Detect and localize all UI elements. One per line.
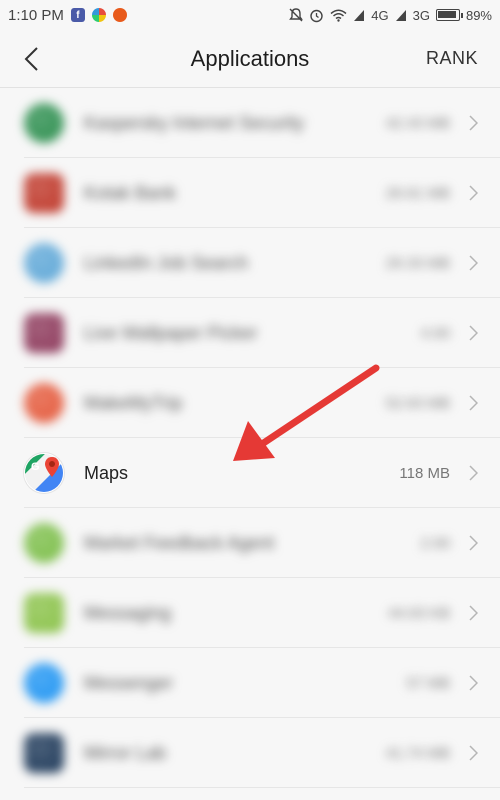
app-row[interactable]: Kotak Bank 26.61 MB — [0, 158, 500, 228]
app-name: Market Feedback Agent — [84, 532, 275, 553]
status-bar: 1:10 PM f 4G 3G 89% — [0, 0, 500, 30]
screen: 1:10 PM f 4G 3G 89% Applications RANK Ka… — [0, 0, 500, 800]
app-size: 42.43 MB — [385, 114, 450, 132]
message-icon — [24, 593, 64, 633]
chevron-right-icon — [469, 465, 478, 481]
app-row[interactable]: Messaging 44.63 KB — [0, 578, 500, 648]
travel-icon — [24, 383, 64, 423]
app-row[interactable]: Kaspersky Internet Security 42.43 MB — [0, 88, 500, 158]
svg-text:G: G — [31, 461, 40, 473]
network-3g-label: 3G — [412, 7, 430, 23]
app-name: Messenger — [84, 672, 174, 693]
chevron-right-icon — [469, 675, 478, 691]
alarm-icon — [310, 9, 323, 22]
app-name: Kaspersky Internet Security — [84, 112, 305, 133]
app-name: Maps — [84, 462, 129, 483]
chevron-right-icon — [469, 605, 478, 621]
wallpaper-icon — [24, 313, 64, 353]
app-size: 2.00 — [420, 534, 450, 552]
google-maps-icon: G — [24, 453, 64, 493]
app-row[interactable]: Market Feedback Agent 2.00 — [0, 508, 500, 578]
app-row[interactable]: LinkedIn Job Search 29.33 MB — [0, 228, 500, 298]
vlc-icon — [112, 8, 127, 22]
rank-button[interactable]: RANK — [426, 48, 478, 69]
globe-icon — [24, 103, 64, 143]
app-row[interactable]: Live Wallpaper Picker 4.00 — [0, 298, 500, 368]
chevron-right-icon — [469, 325, 478, 341]
app-size: 41.74 MB — [385, 744, 450, 762]
app-name: MakeMyTrip — [84, 392, 183, 413]
app-list: Kaspersky Internet Security 42.43 MB Kotak… — [0, 88, 500, 788]
chevron-left-icon — [24, 47, 38, 71]
bank-icon — [24, 173, 64, 213]
facebook-icon: f — [70, 8, 85, 22]
app-name: Messaging — [84, 602, 172, 623]
app-notification-icon — [91, 8, 106, 22]
mirror-icon — [24, 733, 64, 773]
app-row[interactable]: Messenger 57 MB — [0, 648, 500, 718]
chevron-right-icon — [469, 395, 478, 411]
status-time: 1:10 PM — [8, 6, 64, 24]
wifi-icon — [330, 9, 347, 22]
mute-icon — [289, 8, 304, 22]
network-4g-label: 4G — [371, 7, 389, 23]
app-row[interactable]: Mirror Lab 41.74 MB — [0, 718, 500, 788]
battery-percent: 89% — [465, 7, 492, 23]
app-row[interactable]: G Maps 118 MB — [0, 438, 500, 508]
back-button[interactable] — [16, 44, 46, 74]
app-size: 26.61 MB — [385, 184, 450, 202]
signal-icon — [354, 9, 365, 21]
chevron-right-icon — [469, 535, 478, 551]
chevron-right-icon — [469, 255, 478, 271]
app-header: Applications RANK — [0, 30, 500, 88]
app-size: 4.00 — [420, 324, 450, 342]
battery-icon — [435, 9, 463, 21]
chevron-right-icon — [469, 115, 478, 131]
app-row[interactable]: MakeMyTrip 52.63 MB — [0, 368, 500, 438]
app-size: 44.63 KB — [388, 604, 450, 622]
app-name: Kotak Bank — [84, 182, 177, 203]
android-icon — [24, 523, 64, 563]
app-name: LinkedIn Job Search — [84, 252, 249, 273]
chevron-right-icon — [469, 185, 478, 201]
app-size: 57 MB — [406, 674, 450, 692]
messenger-icon — [24, 663, 64, 703]
chevron-right-icon — [469, 745, 478, 761]
signal-icon-2 — [395, 9, 406, 21]
app-size: 118 MB — [399, 464, 450, 482]
app-name: Mirror Lab — [84, 742, 167, 763]
briefcase-icon — [24, 243, 64, 283]
app-size: 29.33 MB — [385, 254, 450, 272]
app-name: Live Wallpaper Picker — [84, 322, 258, 343]
app-size: 52.63 MB — [385, 394, 450, 412]
